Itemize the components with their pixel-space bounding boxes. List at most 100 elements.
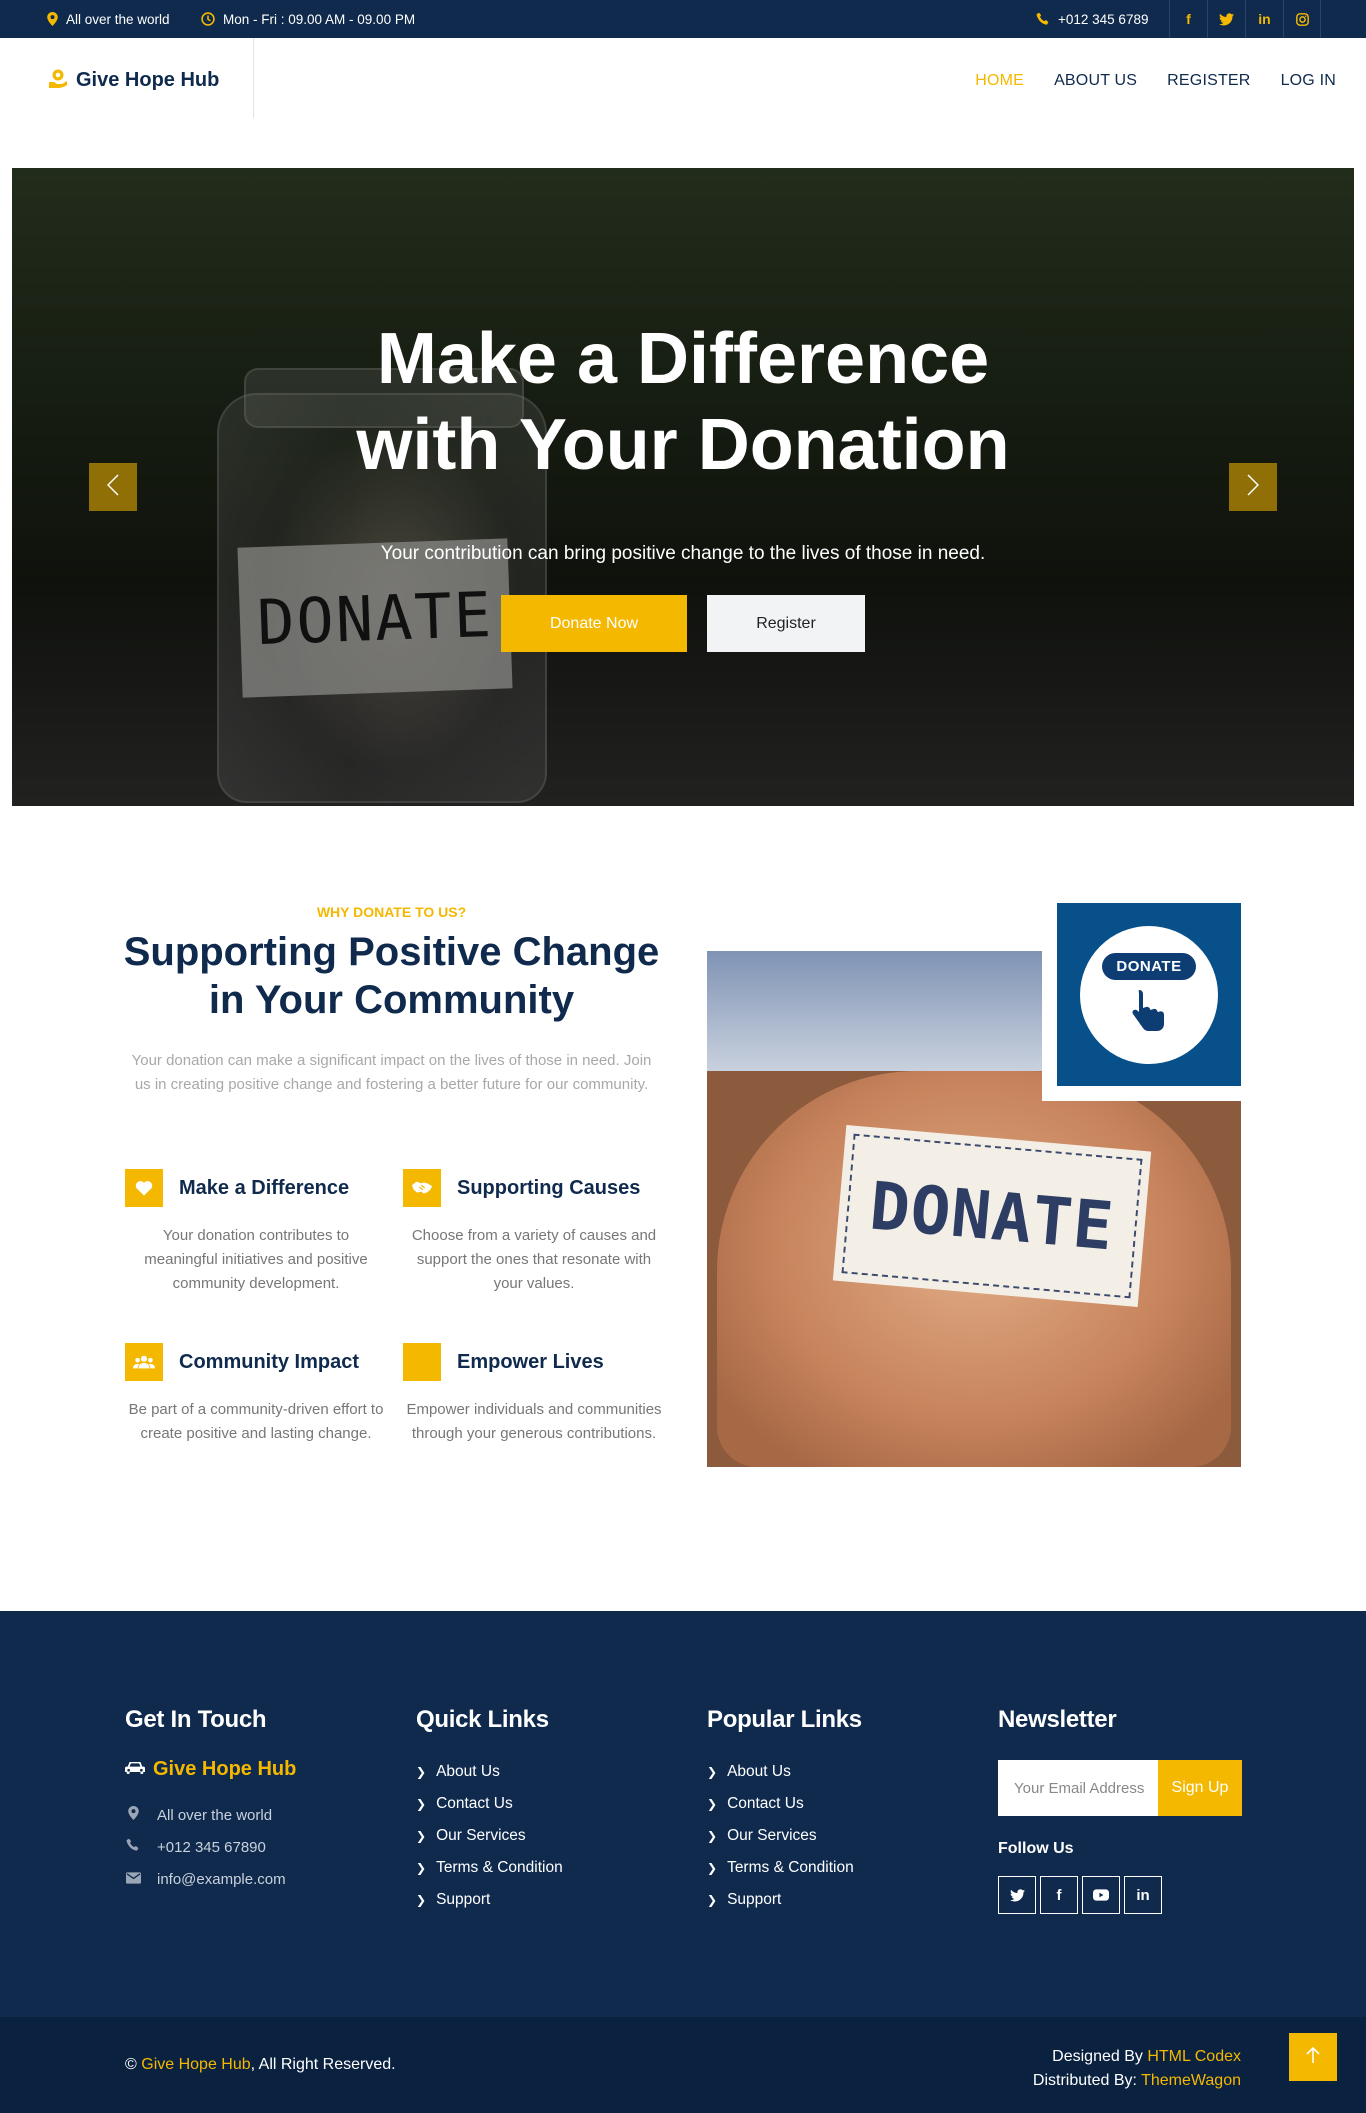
hero-subtitle: Your contribution can bring positive cha… bbox=[380, 543, 986, 564]
badge-circle: DONATE bbox=[1080, 925, 1218, 1064]
footer-heading: Get In Touch bbox=[125, 1706, 267, 1733]
back-to-top-button[interactable] bbox=[1289, 2033, 1337, 2081]
instagram-icon[interactable] bbox=[1283, 0, 1321, 38]
footer-location: All over the world bbox=[125, 1799, 296, 1831]
linkedin-icon[interactable]: in bbox=[1124, 1876, 1162, 1914]
popular-link-support[interactable]: ❯ Support bbox=[707, 1884, 862, 1916]
chevron-right-icon: ❯ bbox=[707, 1797, 718, 1811]
chevron-right-icon: ❯ bbox=[707, 1765, 718, 1779]
popular-link-contact-us[interactable]: ❯ Contact Us bbox=[707, 1788, 862, 1820]
feature-title: Community Impact bbox=[179, 1350, 360, 1373]
navbar: Give Hope Hub HOME ABOUT US REGISTER LOG… bbox=[0, 38, 1366, 123]
hero-title-line-1: Make a Difference bbox=[376, 319, 990, 399]
footer-quick-links: Quick Links ❯ About Us ❯ Contact Us ❯ Our S… bbox=[416, 1706, 563, 1916]
footer-phone-text: +012 345 67890 bbox=[157, 1838, 266, 1856]
feature-supporting-causes: Supporting Causes Choose from a variety … bbox=[403, 1169, 665, 1296]
users-icon bbox=[125, 1343, 163, 1381]
linkedin-icon[interactable]: in bbox=[1245, 0, 1283, 38]
phone-icon bbox=[125, 1838, 141, 1856]
donate-note-text: DONATE bbox=[866, 1166, 1118, 1266]
youtube-icon[interactable] bbox=[1082, 1876, 1120, 1914]
facebook-icon[interactable]: f bbox=[1040, 1876, 1078, 1914]
map-marker-icon bbox=[47, 12, 58, 26]
footer-heading: Quick Links bbox=[416, 1706, 549, 1733]
credits: Designed By HTML Codex Distributed By: T… bbox=[1033, 2045, 1241, 2093]
feature-text: Be part of a community-driven effort to … bbox=[128, 1401, 384, 1442]
topbar-hours: Mon - Fri : 09.00 AM - 09.00 PM bbox=[201, 0, 415, 38]
follow-us-label: Follow Us bbox=[998, 1840, 1074, 1857]
hero-title: Make a Difference with Your Donation bbox=[12, 316, 1354, 488]
popular-link-our-services[interactable]: ❯ Our Services bbox=[707, 1820, 862, 1852]
quick-link-about-us[interactable]: ❯ About Us bbox=[416, 1756, 563, 1788]
footer-email[interactable]: info@example.com bbox=[125, 1863, 296, 1895]
carousel-prev-button[interactable] bbox=[89, 463, 137, 511]
twitter-icon[interactable] bbox=[998, 1876, 1036, 1914]
footer-heading: Newsletter bbox=[998, 1706, 1117, 1733]
facebook-icon[interactable]: f bbox=[1169, 0, 1207, 38]
section-description: Your donation can make a significant imp… bbox=[131, 1052, 652, 1093]
footer-brand[interactable]: Give Hope Hub bbox=[125, 1758, 296, 1781]
quick-link-our-services[interactable]: ❯ Our Services bbox=[416, 1820, 563, 1852]
topbar-location: All over the world bbox=[47, 0, 170, 38]
copyright-brand-link[interactable]: Give Hope Hub bbox=[141, 2056, 250, 2074]
copyright-text: © Give Hope Hub, All Right Reserved. bbox=[125, 2017, 396, 2113]
popular-link-about-us[interactable]: ❯ About Us bbox=[707, 1756, 862, 1788]
section-title: Supporting Positive Change in Your Commu… bbox=[123, 930, 660, 1022]
feature-title: Make a Difference bbox=[179, 1176, 350, 1199]
quick-link-terms[interactable]: ❯ Terms & Condition bbox=[416, 1852, 563, 1884]
chevron-right-icon: ❯ bbox=[416, 1829, 427, 1843]
link-label: About Us bbox=[727, 1763, 791, 1780]
nav-log-in[interactable]: LOG IN bbox=[1281, 72, 1336, 90]
nav-home[interactable]: HOME bbox=[975, 72, 1024, 90]
topbar-social: f in bbox=[1169, 0, 1321, 38]
feature-community-impact: Community Impact Be part of a community-… bbox=[125, 1343, 387, 1446]
empower-icon bbox=[403, 1343, 441, 1381]
map-marker-icon bbox=[125, 1806, 141, 1824]
distributed-by-link[interactable]: ThemeWagon bbox=[1141, 2072, 1241, 2089]
carousel-next-button[interactable] bbox=[1229, 463, 1277, 511]
hero-carousel: DONATE Make a Difference with Your Donat… bbox=[12, 168, 1354, 806]
brand-logo[interactable]: Give Hope Hub bbox=[48, 38, 219, 123]
feature-title: Empower Lives bbox=[457, 1350, 604, 1373]
newsletter-email-input[interactable]: Your Email Address bbox=[998, 1760, 1158, 1816]
nav-register[interactable]: REGISTER bbox=[1167, 72, 1250, 90]
footer-phone[interactable]: +012 345 67890 bbox=[125, 1831, 296, 1863]
twitter-icon[interactable] bbox=[1207, 0, 1245, 38]
designed-by-link[interactable]: HTML Codex bbox=[1147, 2048, 1241, 2065]
link-label: Contact Us bbox=[436, 1795, 513, 1812]
chevron-right-icon: ❯ bbox=[416, 1765, 427, 1779]
sign-up-button[interactable]: Sign Up bbox=[1158, 1760, 1242, 1816]
section-tag: WHY DONATE TO US? bbox=[316, 904, 467, 920]
newsletter-form: Your Email Address Sign Up bbox=[998, 1760, 1242, 1816]
chevron-right-icon: ❯ bbox=[707, 1893, 718, 1907]
donate-now-button[interactable]: Donate Now bbox=[501, 595, 687, 652]
footer-heading: Popular Links bbox=[707, 1706, 862, 1733]
brand-divider bbox=[253, 38, 254, 118]
chevron-right-icon: ❯ bbox=[416, 1797, 427, 1811]
popular-link-terms[interactable]: ❯ Terms & Condition bbox=[707, 1852, 862, 1884]
footer-social: f in bbox=[998, 1876, 1242, 1914]
topbar-phone-text: +012 345 6789 bbox=[1058, 11, 1149, 27]
chevron-right-icon bbox=[1247, 472, 1260, 503]
footer-email-text: info@example.com bbox=[157, 1870, 286, 1888]
chevron-right-icon: ❯ bbox=[707, 1829, 718, 1843]
handshake-icon bbox=[403, 1169, 441, 1207]
link-label: Support bbox=[436, 1891, 491, 1908]
topbar-hours-text: Mon - Fri : 09.00 AM - 09.00 PM bbox=[223, 11, 416, 27]
quick-link-contact-us[interactable]: ❯ Contact Us bbox=[416, 1788, 563, 1820]
topbar-phone[interactable]: +012 345 6789 bbox=[1036, 0, 1148, 38]
copyright-bar: © Give Hope Hub, All Right Reserved. Des… bbox=[0, 2017, 1366, 2113]
distributed-prefix: Distributed By: bbox=[1032, 2072, 1142, 2089]
register-button[interactable]: Register bbox=[707, 595, 865, 652]
quick-link-support[interactable]: ❯ Support bbox=[416, 1884, 563, 1916]
chevron-right-icon: ❯ bbox=[416, 1893, 427, 1907]
arrow-up-icon bbox=[1306, 2044, 1320, 2070]
nav-about-us[interactable]: ABOUT US bbox=[1054, 72, 1137, 90]
link-label: About Us bbox=[436, 1763, 500, 1780]
heart-icon bbox=[125, 1169, 163, 1207]
phone-icon bbox=[1036, 12, 1050, 26]
chevron-right-icon: ❯ bbox=[416, 1861, 427, 1875]
footer-newsletter: Newsletter Your Email Address Sign Up Fo… bbox=[998, 1706, 1242, 1914]
topbar-location-text: All over the world bbox=[66, 11, 170, 27]
distributed-by: Distributed By: ThemeWagon bbox=[1033, 2069, 1241, 2093]
